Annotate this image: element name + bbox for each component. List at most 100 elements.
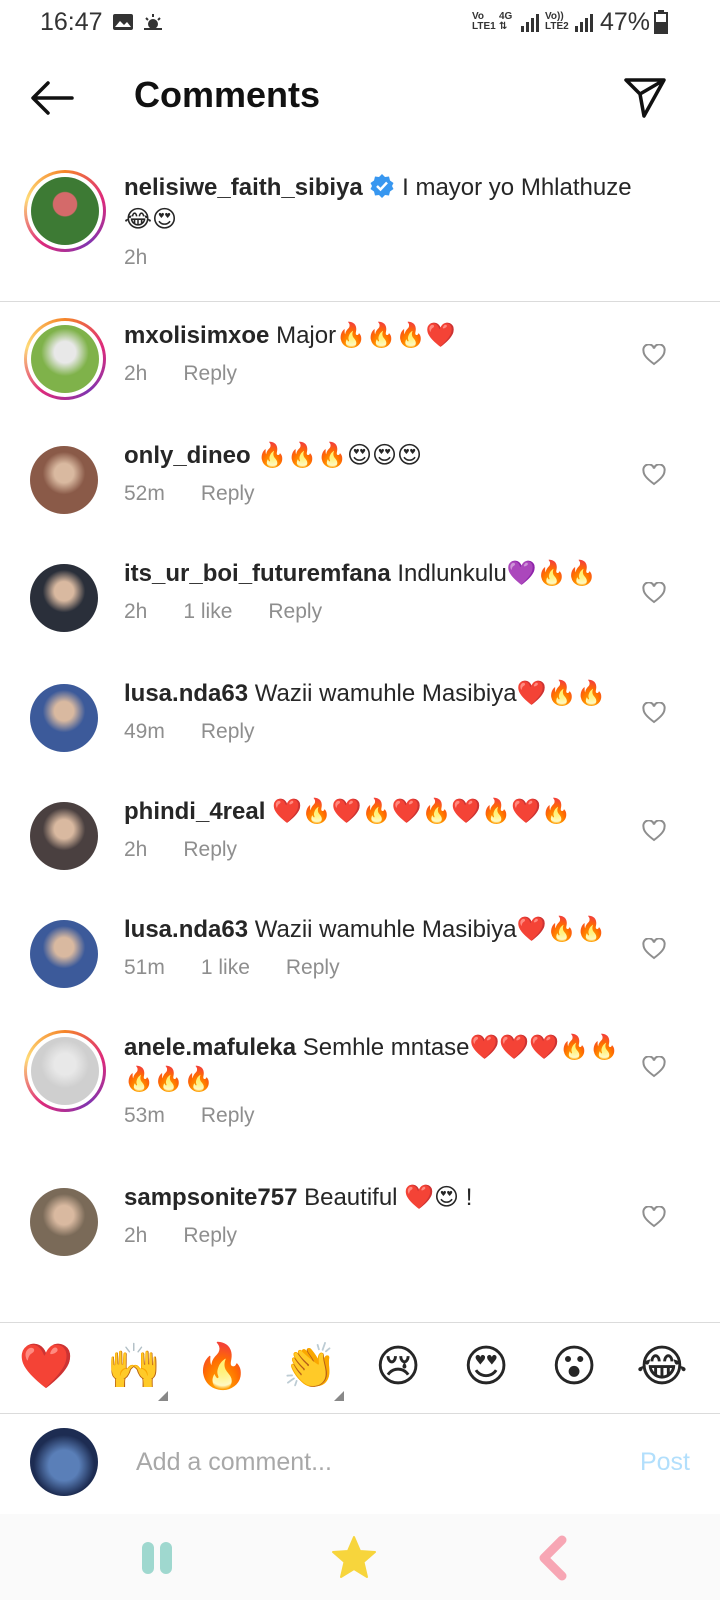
comment-row: lusa.nda63 Wazii wamuhle Masibiya❤️🔥🔥 51m…	[0, 912, 720, 1022]
comment-time: 53m	[124, 1104, 165, 1127]
comment-body: Beautiful ❤️😍 !	[304, 1184, 473, 1211]
signal-icon	[575, 14, 593, 32]
post-button[interactable]: Post	[640, 1448, 690, 1477]
reply-button[interactable]: Reply	[201, 1104, 255, 1127]
comment-username[interactable]: anele.mafuleka	[124, 1034, 296, 1061]
emoji-fire[interactable]: 🔥	[194, 1341, 250, 1393]
reply-button[interactable]: Reply	[268, 600, 322, 623]
comment-composer: Post	[0, 1414, 720, 1514]
comment-username[interactable]: phindi_4real	[124, 798, 265, 825]
heart-outline-icon[interactable]	[642, 702, 666, 724]
comment-meta: 53m Reply	[124, 1104, 291, 1128]
comment-text: only_dineo 🔥🔥🔥😍😍😍	[124, 440, 634, 472]
quick-emoji-bar: ❤️ 🙌 🔥 👏 😢 😍 😮 😂	[0, 1322, 720, 1414]
comment-text: lusa.nda63 Wazii wamuhle Masibiya❤️🔥🔥	[124, 678, 634, 710]
avatar[interactable]	[24, 318, 106, 400]
caption-emojis: 😂😍	[124, 206, 178, 233]
avatar[interactable]	[30, 920, 98, 988]
back-icon[interactable]	[530, 1534, 578, 1582]
send-icon[interactable]	[622, 74, 668, 120]
recent-apps-icon[interactable]	[134, 1534, 182, 1582]
reply-button[interactable]: Reply	[183, 362, 237, 385]
comment-row: phindi_4real ❤️🔥❤️🔥❤️🔥❤️🔥❤️🔥 2h Reply	[0, 794, 720, 904]
my-avatar	[30, 1428, 98, 1496]
emoji-heart[interactable]: ❤️	[18, 1341, 74, 1393]
comment-meta: 52m Reply	[124, 482, 291, 506]
emoji-crying[interactable]: 😢	[370, 1341, 426, 1393]
reply-button[interactable]: Reply	[286, 956, 340, 979]
caption-username[interactable]: nelisiwe_faith_sibiya	[124, 174, 363, 201]
comment-meta: 2h Reply	[124, 1224, 273, 1248]
heart-outline-icon[interactable]	[642, 1056, 666, 1078]
avatar[interactable]	[30, 446, 98, 514]
weather-icon	[144, 14, 162, 30]
avatar[interactable]	[24, 170, 106, 252]
comment-body: Wazii wamuhle Masibiya❤️🔥🔥	[254, 916, 607, 943]
comment-input[interactable]	[136, 1440, 606, 1484]
verified-badge-icon	[370, 174, 394, 198]
comment-body: Wazii wamuhle Masibiya❤️🔥🔥	[254, 680, 607, 707]
avatar[interactable]	[24, 1030, 106, 1112]
comment-time: 52m	[124, 482, 165, 505]
caption-text: nelisiwe_faith_sibiya I mayor yo Mhlathu…	[124, 172, 664, 236]
caption-body: I mayor yo Mhlathuze	[402, 174, 632, 201]
comment-text: phindi_4real ❤️🔥❤️🔥❤️🔥❤️🔥❤️🔥	[124, 796, 634, 828]
comment-text: sampsonite757 Beautiful ❤️😍 !	[124, 1182, 634, 1214]
comment-meta: 49m Reply	[124, 720, 291, 744]
emoji-clap[interactable]: 👏	[282, 1341, 338, 1393]
post-caption: nelisiwe_faith_sibiya I mayor yo Mhlathu…	[0, 170, 720, 302]
comment-likes[interactable]: 1 like	[183, 600, 232, 623]
comment-time: 51m	[124, 956, 165, 979]
comment-row: its_ur_boi_futuremfana Indlunkulu💜🔥🔥 2h 1 …	[0, 556, 720, 666]
heart-outline-icon[interactable]	[642, 820, 666, 842]
signal-icon	[521, 14, 539, 32]
heart-outline-icon[interactable]	[642, 582, 666, 604]
battery-icon	[654, 10, 668, 34]
header: Comments	[0, 60, 720, 136]
comment-username[interactable]: lusa.nda63	[124, 680, 248, 707]
comment-likes[interactable]: 1 like	[201, 956, 250, 979]
comment-username[interactable]: only_dineo	[124, 442, 251, 469]
emoji-surprised[interactable]: 😮	[546, 1341, 602, 1393]
skin-tone-indicator	[334, 1391, 344, 1401]
comment-row: mxolisimxoe Major🔥🔥🔥❤️ 2h Reply	[0, 318, 720, 428]
network-4g: 4G ⇅	[499, 11, 513, 32]
comment-meta: 2h Reply	[124, 838, 273, 862]
skin-tone-indicator	[158, 1391, 168, 1401]
heart-outline-icon[interactable]	[642, 938, 666, 960]
comment-username[interactable]: lusa.nda63	[124, 916, 248, 943]
comment-username[interactable]: sampsonite757	[124, 1184, 297, 1211]
heart-outline-icon[interactable]	[642, 1206, 666, 1228]
avatar[interactable]	[30, 802, 98, 870]
system-nav-bar	[0, 1514, 720, 1600]
avatar[interactable]	[30, 1188, 98, 1256]
comment-row: lusa.nda63 Wazii wamuhle Masibiya❤️🔥🔥 49m…	[0, 676, 720, 786]
avatar[interactable]	[30, 564, 98, 632]
comment-row: only_dineo 🔥🔥🔥😍😍😍 52m Reply	[0, 438, 720, 548]
caption-time: 2h	[124, 246, 148, 269]
back-arrow-icon[interactable]	[28, 78, 76, 118]
comment-time: 49m	[124, 720, 165, 743]
heart-outline-icon[interactable]	[642, 344, 666, 366]
avatar[interactable]	[30, 684, 98, 752]
reply-button[interactable]: Reply	[201, 720, 255, 743]
emoji-laughing[interactable]: 😂	[634, 1341, 690, 1393]
reply-button[interactable]: Reply	[201, 482, 255, 505]
home-icon[interactable]	[330, 1534, 378, 1582]
emoji-heart-eyes[interactable]: 😍	[458, 1341, 514, 1393]
emoji-raised-hands[interactable]: 🙌	[106, 1341, 162, 1393]
status-bar: 16:47 Vo LTE1 4G ⇅ Vo)) LTE2 47%	[0, 0, 720, 46]
reply-button[interactable]: Reply	[183, 1224, 237, 1247]
comment-row: anele.mafuleka Semhle mntase❤️❤️❤️🔥🔥🔥🔥🔥 5…	[0, 1030, 720, 1140]
comment-username[interactable]: mxolisimxoe	[124, 322, 269, 349]
heart-outline-icon[interactable]	[642, 464, 666, 486]
reply-button[interactable]: Reply	[183, 838, 237, 861]
comment-text: lusa.nda63 Wazii wamuhle Masibiya❤️🔥🔥	[124, 914, 634, 946]
comment-text: mxolisimxoe Major🔥🔥🔥❤️	[124, 320, 634, 352]
comment-text: its_ur_boi_futuremfana Indlunkulu💜🔥🔥	[124, 558, 634, 590]
comment-username[interactable]: its_ur_boi_futuremfana	[124, 560, 391, 587]
comment-body: Indlunkulu💜🔥🔥	[397, 560, 597, 587]
gallery-icon	[113, 14, 133, 30]
comment-meta: 2h Reply	[124, 362, 273, 386]
page-title: Comments	[134, 74, 321, 115]
